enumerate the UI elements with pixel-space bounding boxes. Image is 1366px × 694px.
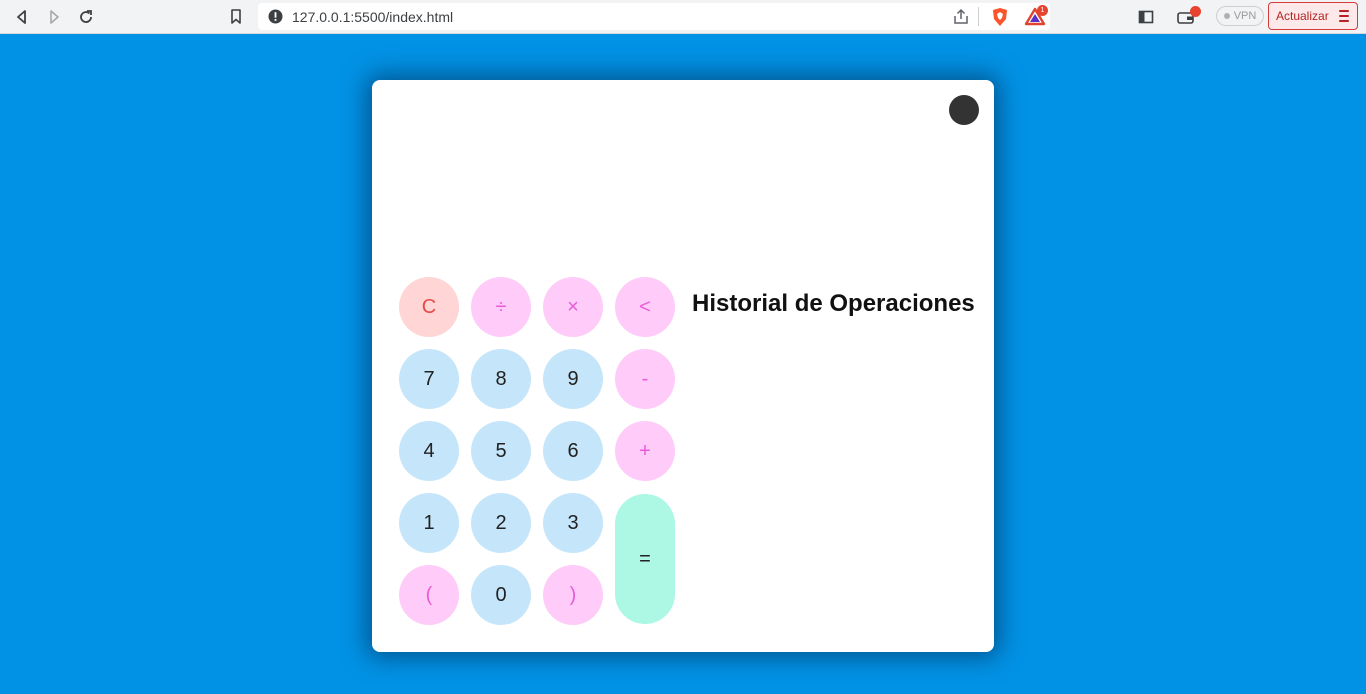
digit-4-button[interactable]: 4	[399, 421, 459, 481]
wallet-badge	[1190, 6, 1201, 17]
info-icon[interactable]	[268, 9, 283, 24]
update-button[interactable]: Actualizar	[1268, 2, 1358, 30]
digit-6-button[interactable]: 6	[543, 421, 603, 481]
back-icon[interactable]	[10, 5, 34, 29]
digit-7-button[interactable]: 7	[399, 349, 459, 409]
digit-0-button[interactable]: 0	[471, 565, 531, 625]
digit-9-button[interactable]: 9	[543, 349, 603, 409]
menu-icon	[1339, 10, 1349, 22]
vpn-label: VPN	[1233, 10, 1257, 22]
clear-button[interactable]: C	[399, 277, 459, 337]
share-icon[interactable]	[952, 8, 970, 26]
divide-button[interactable]: ÷	[471, 277, 531, 337]
forward-icon[interactable]	[42, 5, 66, 29]
digit-1-button[interactable]: 1	[399, 493, 459, 553]
divider	[978, 7, 979, 26]
calculator-display	[399, 140, 675, 260]
browser-toolbar: 127.0.0.1:5500/index.html 1 VPN Actualiz…	[0, 0, 1366, 34]
brave-rewards-icon[interactable]: 1	[1024, 5, 1050, 28]
equals-button[interactable]: =	[615, 494, 675, 624]
bookmark-icon[interactable]	[224, 5, 248, 29]
theme-toggle-button[interactable]	[949, 95, 979, 125]
digit-8-button[interactable]: 8	[471, 349, 531, 409]
digit-5-button[interactable]: 5	[471, 421, 531, 481]
notification-badge: 1	[1037, 5, 1048, 16]
open-paren-button[interactable]: (	[399, 565, 459, 625]
brave-shield-icon[interactable]	[991, 7, 1009, 27]
url-text[interactable]: 127.0.0.1:5500/index.html	[292, 9, 453, 25]
close-paren-button[interactable]: )	[543, 565, 603, 625]
update-label: Actualizar	[1276, 9, 1329, 23]
vpn-toggle[interactable]: VPN	[1216, 6, 1264, 26]
address-bar[interactable]: 127.0.0.1:5500/index.html 1	[258, 3, 1050, 30]
sidebar-icon[interactable]	[1134, 5, 1158, 29]
plus-button[interactable]: +	[615, 421, 675, 481]
vpn-status-icon	[1223, 13, 1230, 19]
reload-icon[interactable]	[74, 5, 98, 29]
calculator-card: C ÷ × < 7 8 9 - 4 5 6 + 1 2 3 = ( 0 ) Hi…	[372, 80, 994, 652]
history-title: Historial de Operaciones	[692, 290, 975, 317]
multiply-button[interactable]: ×	[543, 277, 603, 337]
digit-2-button[interactable]: 2	[471, 493, 531, 553]
backspace-button[interactable]: <	[615, 277, 675, 337]
wallet-icon[interactable]	[1174, 5, 1201, 29]
digit-3-button[interactable]: 3	[543, 493, 603, 553]
minus-button[interactable]: -	[615, 349, 675, 409]
